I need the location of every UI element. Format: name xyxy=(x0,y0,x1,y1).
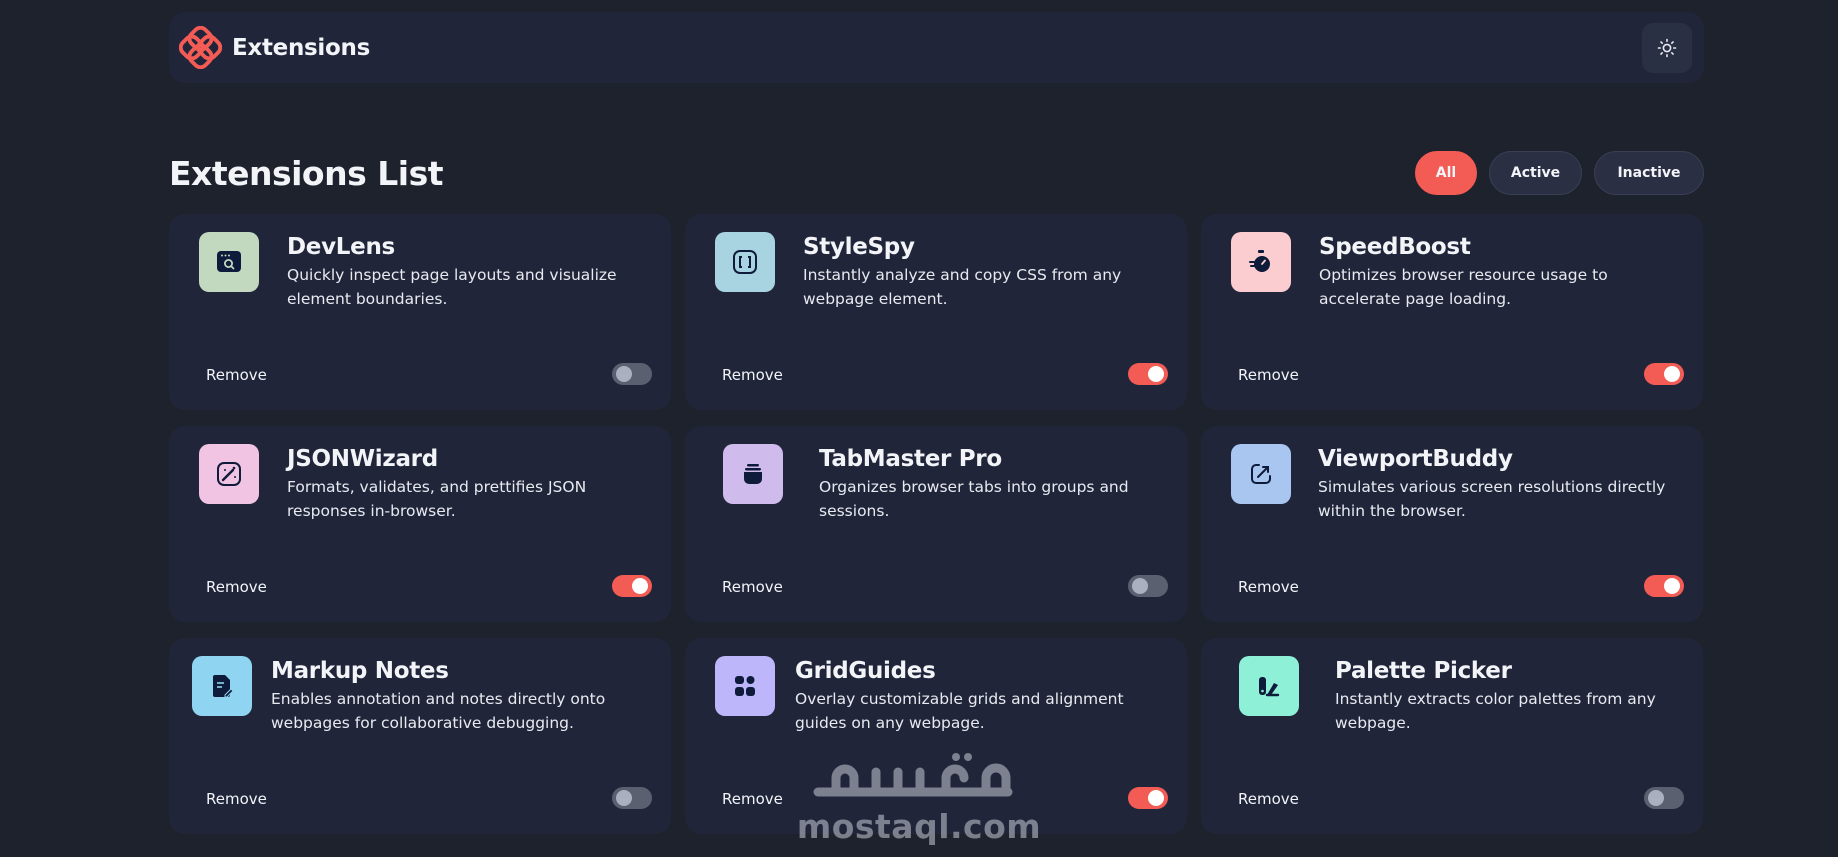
filter-active-button[interactable]: Active xyxy=(1489,151,1582,195)
extension-card-speedboost: SpeedBoost Optimizes browser resource us… xyxy=(1201,214,1703,410)
extension-description: Simulates various screen resolutions dir… xyxy=(1318,478,1666,520)
extension-description: Enables annotation and notes directly on… xyxy=(271,690,606,732)
app-title: Extensions xyxy=(232,34,370,61)
grid-layout-icon xyxy=(715,656,775,716)
extension-card-tabmaster-pro: TabMaster Pro Organizes browser tabs int… xyxy=(685,426,1187,622)
filter-group: All Active Inactive xyxy=(1415,151,1704,195)
extension-card-viewportbuddy: ViewportBuddy Simulates various screen r… xyxy=(1201,426,1703,622)
extension-name: JSONWizard xyxy=(287,446,438,472)
remove-button[interactable]: Remove xyxy=(722,790,783,808)
extension-name: TabMaster Pro xyxy=(819,446,1002,472)
watermark-text: mostaql.com xyxy=(796,807,1042,846)
extension-description: Optimizes browser resource usage to acce… xyxy=(1319,266,1608,308)
tab-stack-icon xyxy=(723,444,783,504)
toggle-knob xyxy=(1148,790,1164,806)
toggle-knob xyxy=(1148,366,1164,382)
extension-toggle[interactable] xyxy=(612,787,652,809)
extension-card-palette-picker: Palette Picker Instantly extracts color … xyxy=(1201,638,1703,834)
extension-card-devlens: DevLens Quickly inspect page layouts and… xyxy=(169,214,671,410)
page-title: Extensions List xyxy=(169,153,443,193)
top-bar: Extensions xyxy=(169,12,1704,83)
inspect-icon xyxy=(199,232,259,292)
extension-name: ViewportBuddy xyxy=(1318,446,1513,472)
remove-button[interactable]: Remove xyxy=(722,366,783,384)
list-header: Extensions List All Active Inactive xyxy=(169,149,1704,197)
extension-description: Organizes browser tabs into groups and s… xyxy=(819,478,1129,520)
remove-button[interactable]: Remove xyxy=(206,790,267,808)
extension-name: DevLens xyxy=(287,234,395,260)
resize-icon xyxy=(1231,444,1291,504)
note-pen-icon xyxy=(192,656,252,716)
sun-icon xyxy=(1657,38,1677,57)
remove-button[interactable]: Remove xyxy=(1238,578,1299,596)
extension-toggle[interactable] xyxy=(1644,575,1684,597)
toggle-knob xyxy=(1132,578,1148,594)
toggle-knob xyxy=(632,578,648,594)
page: Extensions Extensions List All Active In… xyxy=(169,12,1704,834)
extension-toggle[interactable] xyxy=(1128,787,1168,809)
palette-icon xyxy=(1239,656,1299,716)
stopwatch-icon xyxy=(1231,232,1291,292)
extension-toggle[interactable] xyxy=(1128,363,1168,385)
extension-card-stylespy: StyleSpy Instantly analyze and copy CSS … xyxy=(685,214,1187,410)
watermark: mostaql.com xyxy=(797,738,1041,846)
extension-name: Palette Picker xyxy=(1335,658,1512,684)
toggle-knob xyxy=(616,790,632,806)
extension-toggle[interactable] xyxy=(1644,787,1684,809)
toggle-knob xyxy=(1664,366,1680,382)
extension-name: StyleSpy xyxy=(803,234,915,260)
extension-toggle[interactable] xyxy=(1644,363,1684,385)
filter-all-button[interactable]: All xyxy=(1415,151,1477,195)
extension-name: Markup Notes xyxy=(271,658,449,684)
remove-button[interactable]: Remove xyxy=(206,578,267,596)
remove-button[interactable]: Remove xyxy=(722,578,783,596)
extension-name: GridGuides xyxy=(795,658,936,684)
watermark-logo-icon xyxy=(813,753,1013,797)
extension-toggle[interactable] xyxy=(612,575,652,597)
extension-description: Instantly analyze and copy CSS from any … xyxy=(803,266,1122,308)
extension-toggle[interactable] xyxy=(612,363,652,385)
extension-description: Quickly inspect page layouts and visuali… xyxy=(287,266,617,308)
extension-name: SpeedBoost xyxy=(1319,234,1471,260)
extension-description: Overlay customizable grids and alignment… xyxy=(795,690,1124,732)
remove-button[interactable]: Remove xyxy=(1238,790,1299,808)
magic-wand-icon xyxy=(199,444,259,504)
extension-description: Instantly extracts color palettes from a… xyxy=(1335,690,1656,732)
brand: Extensions xyxy=(179,26,370,69)
toggle-knob xyxy=(616,366,632,382)
css-brackets-icon xyxy=(715,232,775,292)
toggle-knob xyxy=(1648,790,1664,806)
extensions-logo-icon xyxy=(179,26,222,69)
extension-card-jsonwizard: JSONWizard Formats, validates, and prett… xyxy=(169,426,671,622)
toggle-knob xyxy=(1664,578,1680,594)
filter-inactive-button[interactable]: Inactive xyxy=(1594,151,1704,195)
extension-card-markup-notes: Markup Notes Enables annotation and note… xyxy=(169,638,671,834)
extension-toggle[interactable] xyxy=(1128,575,1168,597)
theme-toggle-button[interactable] xyxy=(1642,22,1692,73)
remove-button[interactable]: Remove xyxy=(206,366,267,384)
extension-description: Formats, validates, and prettifies JSON … xyxy=(287,478,587,520)
remove-button[interactable]: Remove xyxy=(1238,366,1299,384)
